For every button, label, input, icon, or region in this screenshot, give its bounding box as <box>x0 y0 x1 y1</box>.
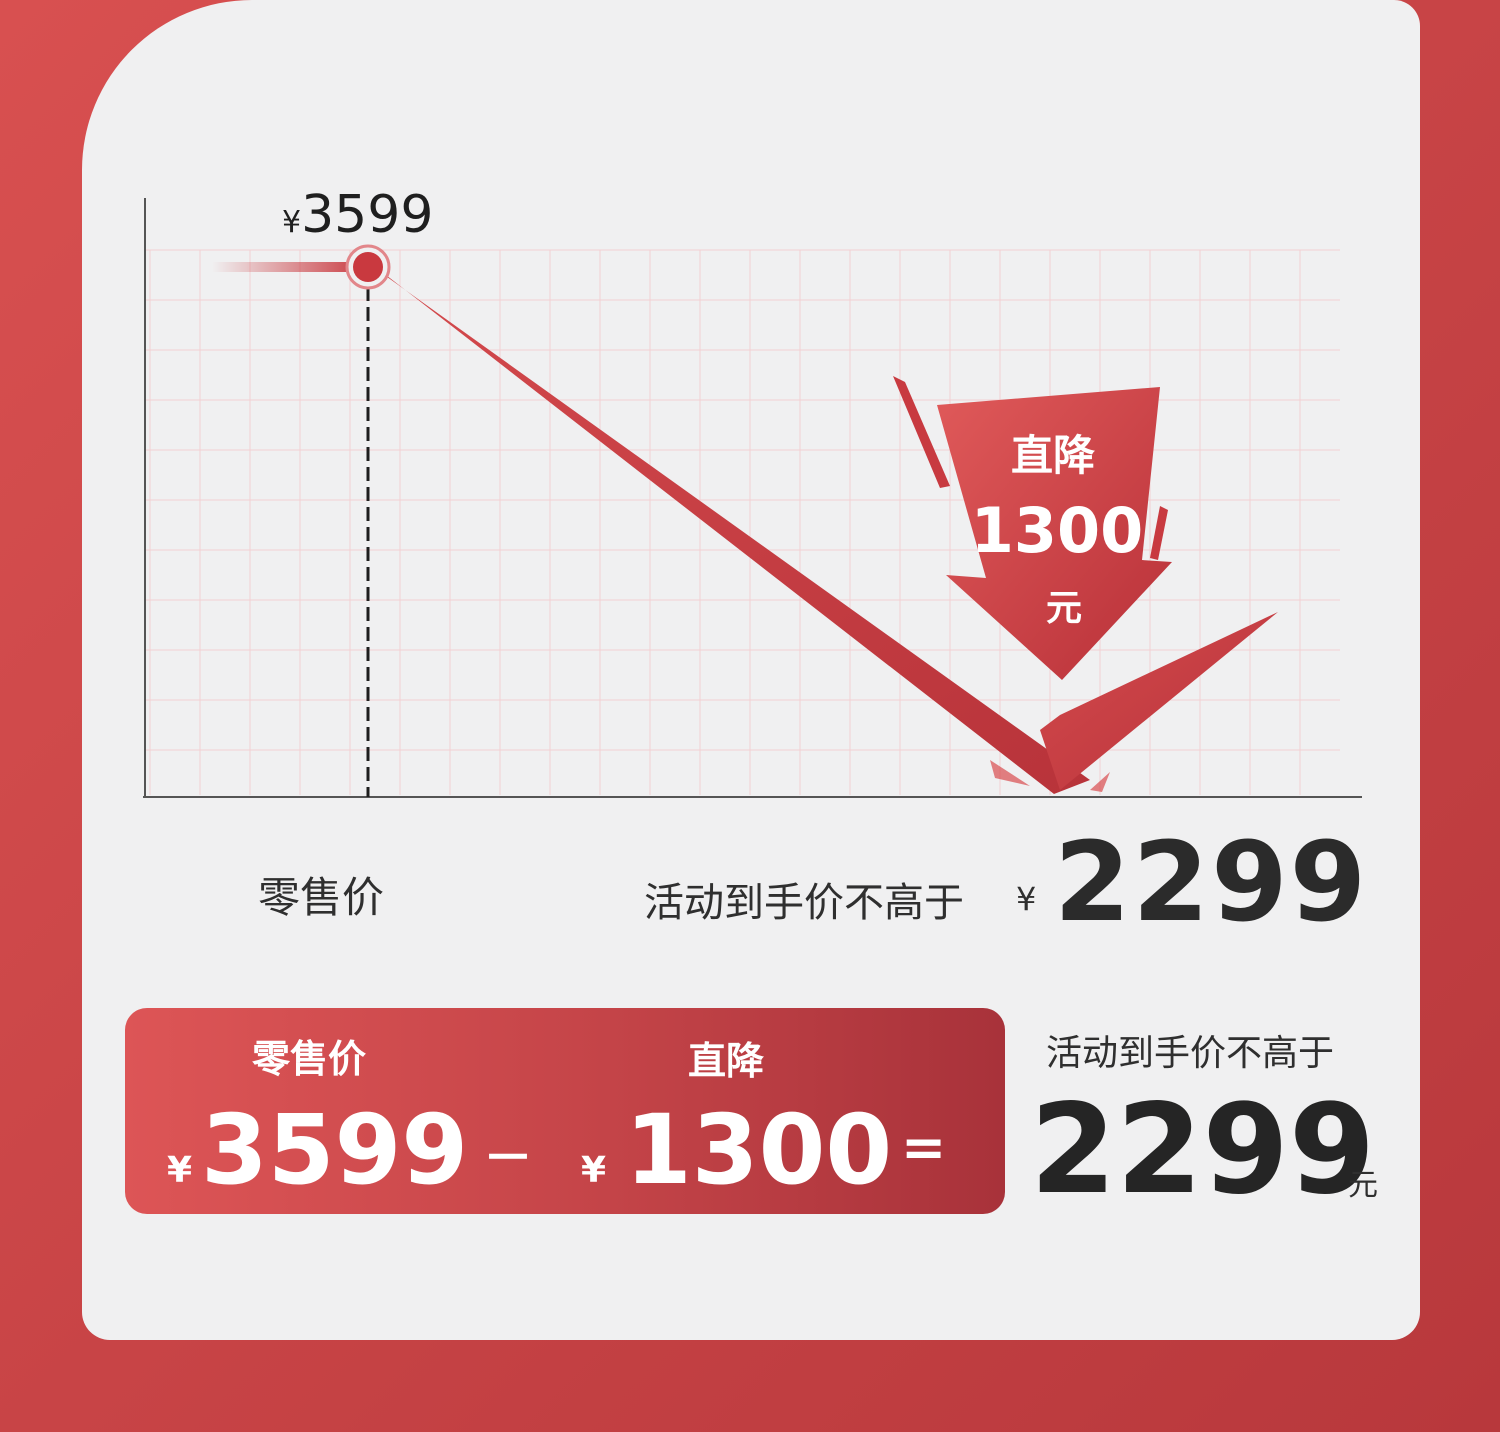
banner-retail-value: 3599 <box>201 1094 469 1206</box>
banner-discount-value: 1300 <box>625 1094 893 1206</box>
yen-symbol: ¥ <box>1016 880 1037 918</box>
result-label: 活动到手价不高于 <box>1046 1033 1335 1074</box>
arrow-streak <box>893 376 950 488</box>
chart-axes <box>143 198 1362 798</box>
banner-discount-label: 直降 <box>688 1039 765 1083</box>
banner-yen-symbol: ¥ <box>581 1150 607 1191</box>
equals-sign: = <box>901 1116 947 1179</box>
chart-marks: ¥3599 直降 1300 元 <box>212 185 1278 797</box>
arrow-streak <box>1150 506 1168 560</box>
final-price-value: 2299 <box>1054 818 1369 946</box>
price-line-lead <box>212 262 368 272</box>
banner-yen-symbol: ¥ <box>167 1150 193 1191</box>
retail-price-label: 零售价 <box>258 873 385 922</box>
price-drop-chart: ¥3599 直降 1300 元 <box>143 185 1362 798</box>
price-formula-banner: 零售价 直降 ¥ 3599 － ¥ 1300 = <box>125 1008 1005 1214</box>
retail-point <box>353 252 383 282</box>
arrow-unit: 元 <box>1046 588 1082 629</box>
minus-sign: － <box>483 1129 533 1187</box>
banner-retail-label: 零售价 <box>252 1037 367 1081</box>
activity-price-label: 活动到手价不高于 <box>644 880 964 926</box>
arrow-value: 1300 <box>971 494 1144 567</box>
arrow-label-top: 直降 <box>1011 431 1095 480</box>
result-price-value: 2299 <box>1030 1078 1376 1222</box>
result-unit: 元 <box>1348 1168 1378 1203</box>
retail-point-label: ¥3599 <box>282 185 433 245</box>
